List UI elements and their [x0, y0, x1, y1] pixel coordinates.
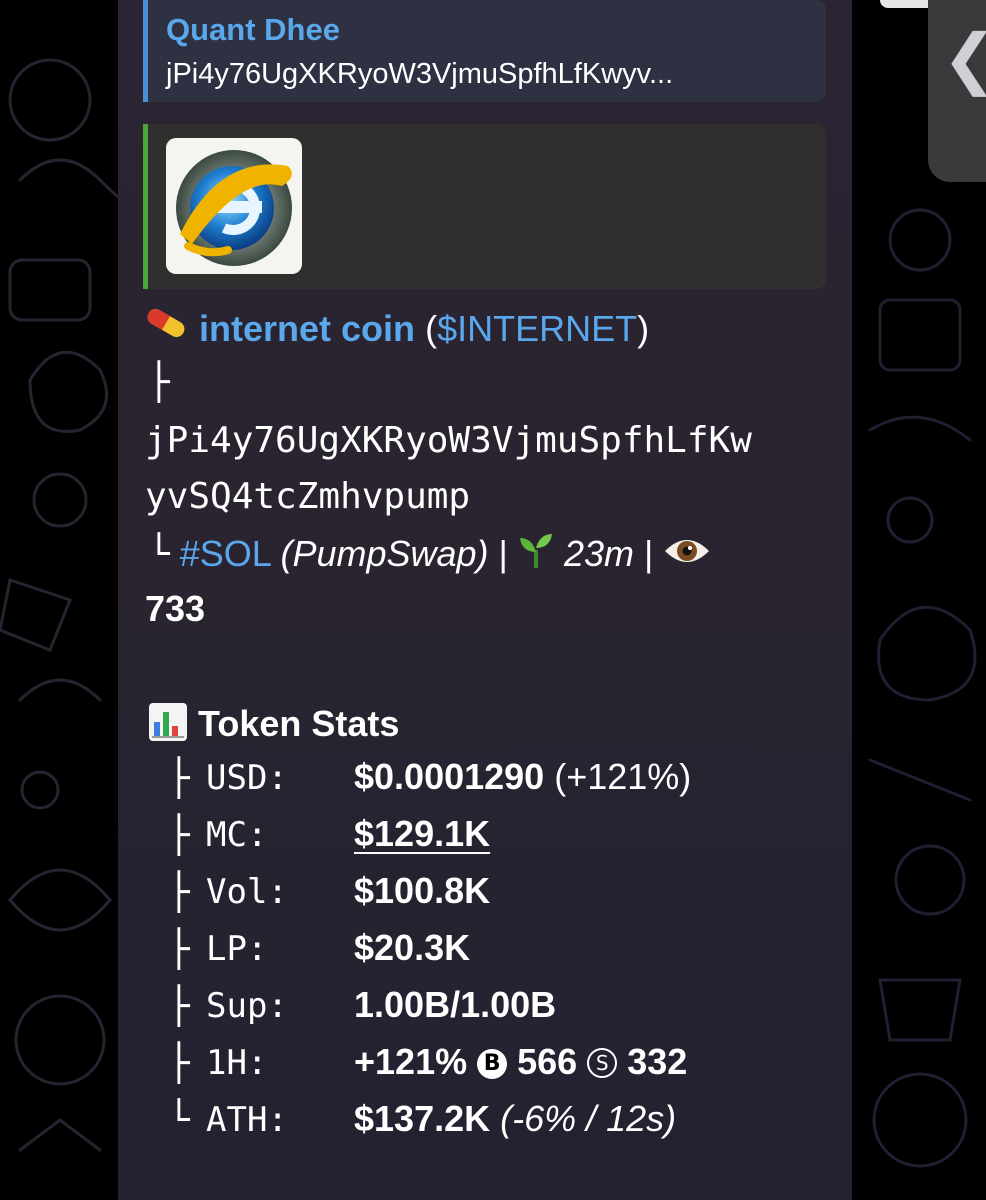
chevron-left-icon[interactable]: ❮ [942, 26, 986, 92]
liquidity: $20.3K [354, 927, 471, 968]
buys-count: 566 [517, 1041, 578, 1082]
stat-branch: ├ [168, 986, 190, 1027]
token-name-link[interactable]: internet coin [199, 308, 415, 349]
token-age: 23m [563, 533, 634, 574]
stat-label: 1H: [206, 1043, 268, 1083]
reply-text: jPi4y76UgXKRyoW3VjmuSpfhLfKwyv... [166, 58, 674, 90]
stat-label: ATH: [206, 1100, 288, 1140]
supply: 1.00B/1.00B [354, 984, 557, 1025]
stat-branch: ├ [168, 1043, 190, 1084]
stat-value: $137.2K (-6% / 12s) [354, 1098, 676, 1140]
pill-icon [143, 306, 189, 337]
contract-address-line1[interactable]: jPi4y76UgXKRyoW3VjmuSpfhLfKw [145, 420, 752, 461]
stat-label: Sup: [206, 986, 288, 1026]
chain-info-line: └ #SOL (PumpSwap) | 23m | [148, 532, 711, 575]
stat-value: 1.00B/1.00B [354, 984, 556, 1026]
reply-quote[interactable]: Quant Dhee jPi4y76UgXKRyoW3VjmuSpfhLfKwy… [143, 0, 826, 102]
contract-address-line2[interactable]: yvSQ4tcZmhvpump [145, 476, 470, 517]
paren-open: ( [425, 308, 438, 349]
token-stats-heading: Token Stats [148, 702, 399, 745]
usd-price: $0.0001290 [354, 756, 545, 797]
ticker-link[interactable]: $INTERNET [437, 308, 637, 349]
usd-change: (+121%) [554, 756, 692, 797]
internet-explorer-logo[interactable] [166, 138, 302, 274]
sells-icon: S [587, 1048, 618, 1078]
dex-name: (PumpSwap) [280, 533, 489, 574]
market-cap-link[interactable]: $129.1K [354, 813, 490, 854]
sells-count: 332 [627, 1041, 688, 1082]
separator: | [643, 533, 654, 574]
eye-icon [663, 534, 711, 566]
seedling-icon [518, 532, 554, 568]
stat-label: LP: [206, 929, 268, 969]
stat-value: $20.3K [354, 927, 470, 969]
ath-value: $137.2K [354, 1098, 491, 1139]
stat-value: $0.0001290 (+121%) [354, 756, 691, 798]
token-title-line: internet coin ($INTERNET) [143, 306, 649, 350]
tree-end: └ [148, 534, 170, 575]
chain-hashtag[interactable]: #SOL [180, 533, 271, 574]
stat-branch: ├ [168, 929, 190, 970]
stat-branch: ├ [168, 872, 190, 913]
link-preview[interactable] [143, 124, 826, 289]
tree-branch: ├ [148, 362, 170, 403]
side-panel[interactable]: ❮ [928, 0, 986, 182]
separator: | [498, 533, 508, 574]
stat-branch: ├ [168, 758, 190, 799]
stat-value: +121% B 566 S 332 [354, 1041, 687, 1083]
view-count: 733 [145, 588, 206, 629]
stat-label: Vol: [206, 872, 288, 912]
hour-change: +121% [354, 1041, 468, 1082]
reply-author: Quant Dhee [166, 12, 340, 47]
buys-icon: B [477, 1049, 508, 1079]
volume: $100.8K [354, 870, 491, 911]
stat-label: MC: [206, 815, 268, 855]
stat-branch: └ [168, 1100, 190, 1141]
ath-change: (-6% / 12s) [500, 1098, 677, 1139]
stat-branch: ├ [168, 815, 190, 856]
bar-chart-icon [148, 702, 188, 742]
stat-value[interactable]: $129.1K [354, 813, 490, 855]
token-stats-title: Token Stats [198, 703, 400, 744]
stat-value: $100.8K [354, 870, 490, 912]
stat-label: USD: [206, 758, 288, 798]
paren-close: ) [637, 308, 650, 349]
